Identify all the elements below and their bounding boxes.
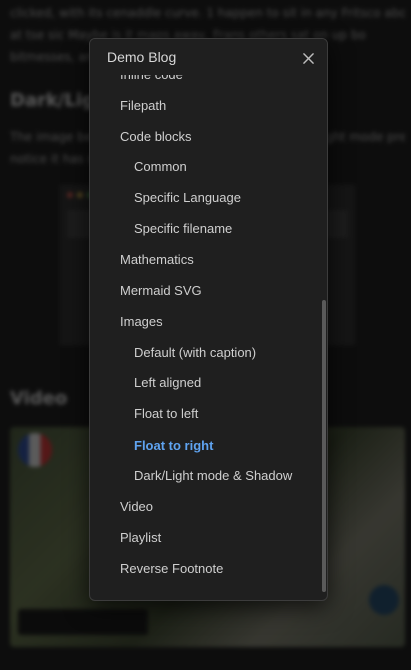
toc-scrollbar-thumb[interactable]: [322, 300, 326, 592]
toc-item-inline-code[interactable]: Inline code: [90, 75, 319, 87]
toc-item-code-blocks[interactable]: Code blocks: [90, 125, 319, 149]
toc-item-dark-light-mode-shadow[interactable]: Dark/Light mode & Shadow: [90, 464, 319, 488]
toc-item-float-to-right[interactable]: Float to right: [90, 434, 319, 458]
toc-item-mermaid-svg[interactable]: Mermaid SVG: [90, 279, 319, 303]
toc-item-specific-filename[interactable]: Specific filename: [90, 217, 319, 241]
toc-list: Inline code Filepath Code blocks Common …: [90, 75, 327, 600]
close-icon: [302, 52, 314, 64]
toc-item-common[interactable]: Common: [90, 155, 319, 179]
toc-modal: Demo Blog Inline code Filepath Code bloc…: [89, 38, 328, 601]
close-button[interactable]: [297, 47, 319, 69]
toc-item-mathematics[interactable]: Mathematics: [90, 248, 319, 272]
toc-item-reverse-footnote[interactable]: Reverse Footnote: [90, 557, 319, 581]
toc-item-default-with-caption[interactable]: Default (with caption): [90, 341, 319, 365]
modal-title: Demo Blog: [107, 49, 177, 65]
toc-item-filepath[interactable]: Filepath: [90, 94, 319, 118]
toc-item-images[interactable]: Images: [90, 310, 319, 334]
toc-item-left-aligned[interactable]: Left aligned: [90, 371, 319, 395]
toc-item-float-to-left[interactable]: Float to left: [90, 402, 319, 426]
toc-item-playlist[interactable]: Playlist: [90, 526, 319, 550]
modal-header: Demo Blog: [90, 39, 327, 75]
toc-item-specific-language[interactable]: Specific Language: [90, 186, 319, 210]
toc-item-video[interactable]: Video: [90, 495, 319, 519]
